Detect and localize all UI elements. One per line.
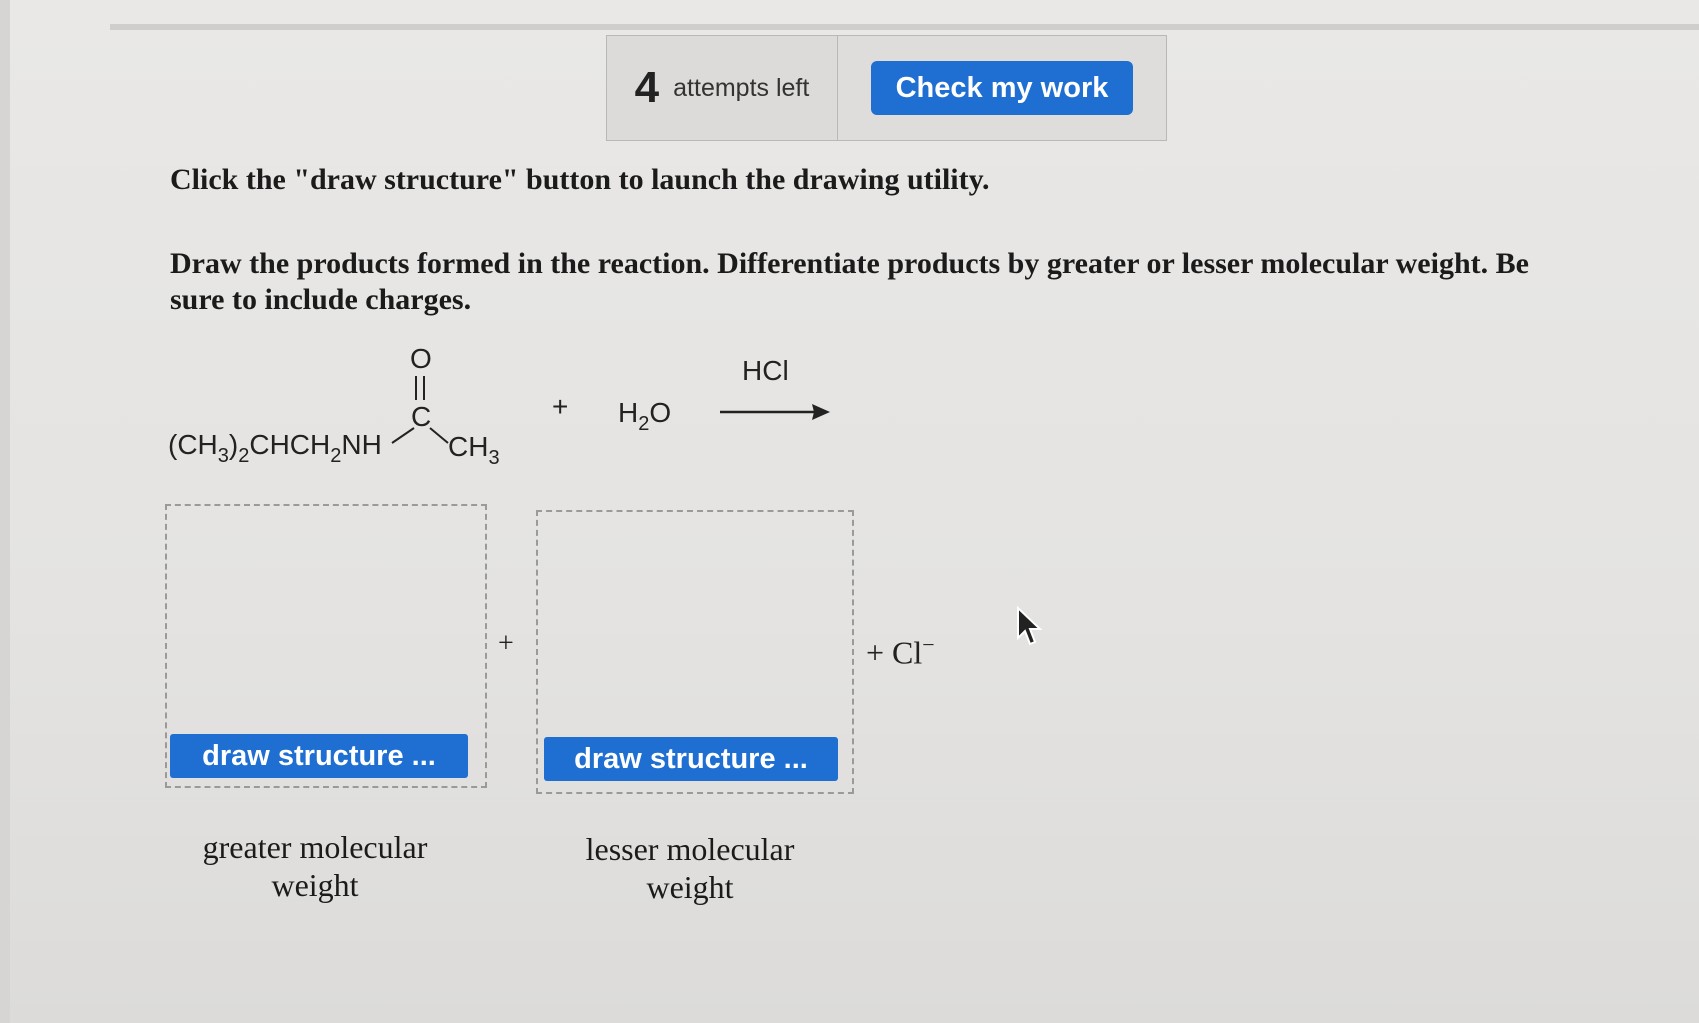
reaction-structure: O C (CH3)2CHCH2NH CH3 + H2O HCl: [168, 343, 830, 469]
caption-greater-line2: weight: [271, 867, 359, 903]
top-divider: [110, 24, 1699, 30]
chloride-product: + Cl−: [866, 632, 935, 672]
reaction-plus: +: [552, 391, 568, 422]
reactant-methyl: CH3: [448, 431, 500, 469]
draw-structure-button-greater[interactable]: draw structure ...: [170, 734, 468, 778]
instruction-draw-products: Draw the products formed in the reaction…: [170, 247, 1529, 316]
caption-lesser-line1: lesser molecular: [585, 831, 795, 867]
chloride-ion: Cl: [892, 634, 923, 671]
attempts-label: attempts left: [673, 73, 810, 102]
reactant-amide-chain: (CH3)2CHCH2NH: [168, 429, 382, 467]
check-work-container: Check my work: [838, 35, 1167, 141]
instruction-launch: Click the "draw structure" button to lau…: [170, 163, 990, 196]
check-my-work-button[interactable]: Check my work: [871, 61, 1133, 115]
caption-lesser-line2: weight: [646, 869, 734, 905]
assignment-toolbar: 4 attempts left Check my work: [606, 35, 1167, 141]
left-edge: [0, 0, 10, 1023]
mouse-pointer-icon: [1017, 606, 1043, 646]
reaction-equation: O C (CH3)2CHCH2NH CH3 + H2O HCl: [168, 338, 868, 478]
bond-c-ch3: [429, 427, 449, 444]
reactant-water: H2O: [618, 397, 671, 435]
carbonyl-carbon: C: [411, 401, 431, 432]
caption-greater-weight: greater molecular weight: [170, 828, 460, 904]
attempts-indicator: 4 attempts left: [606, 35, 838, 141]
carbonyl-oxygen: O: [410, 343, 432, 374]
chloride-plus: +: [866, 634, 885, 671]
bond-nh-c: [391, 427, 415, 444]
page: 4 attempts left Check my work Click the …: [0, 0, 1699, 1023]
caption-greater-line1: greater molecular: [202, 829, 428, 865]
attempts-count: 4: [634, 63, 660, 112]
reagent-hcl: HCl: [742, 355, 789, 386]
caption-lesser-weight: lesser molecular weight: [540, 830, 840, 906]
products-plus: +: [498, 628, 514, 659]
reaction-arrow-head: [812, 404, 830, 420]
draw-structure-button-lesser[interactable]: draw structure ...: [544, 737, 838, 781]
chloride-charge: −: [922, 632, 935, 657]
